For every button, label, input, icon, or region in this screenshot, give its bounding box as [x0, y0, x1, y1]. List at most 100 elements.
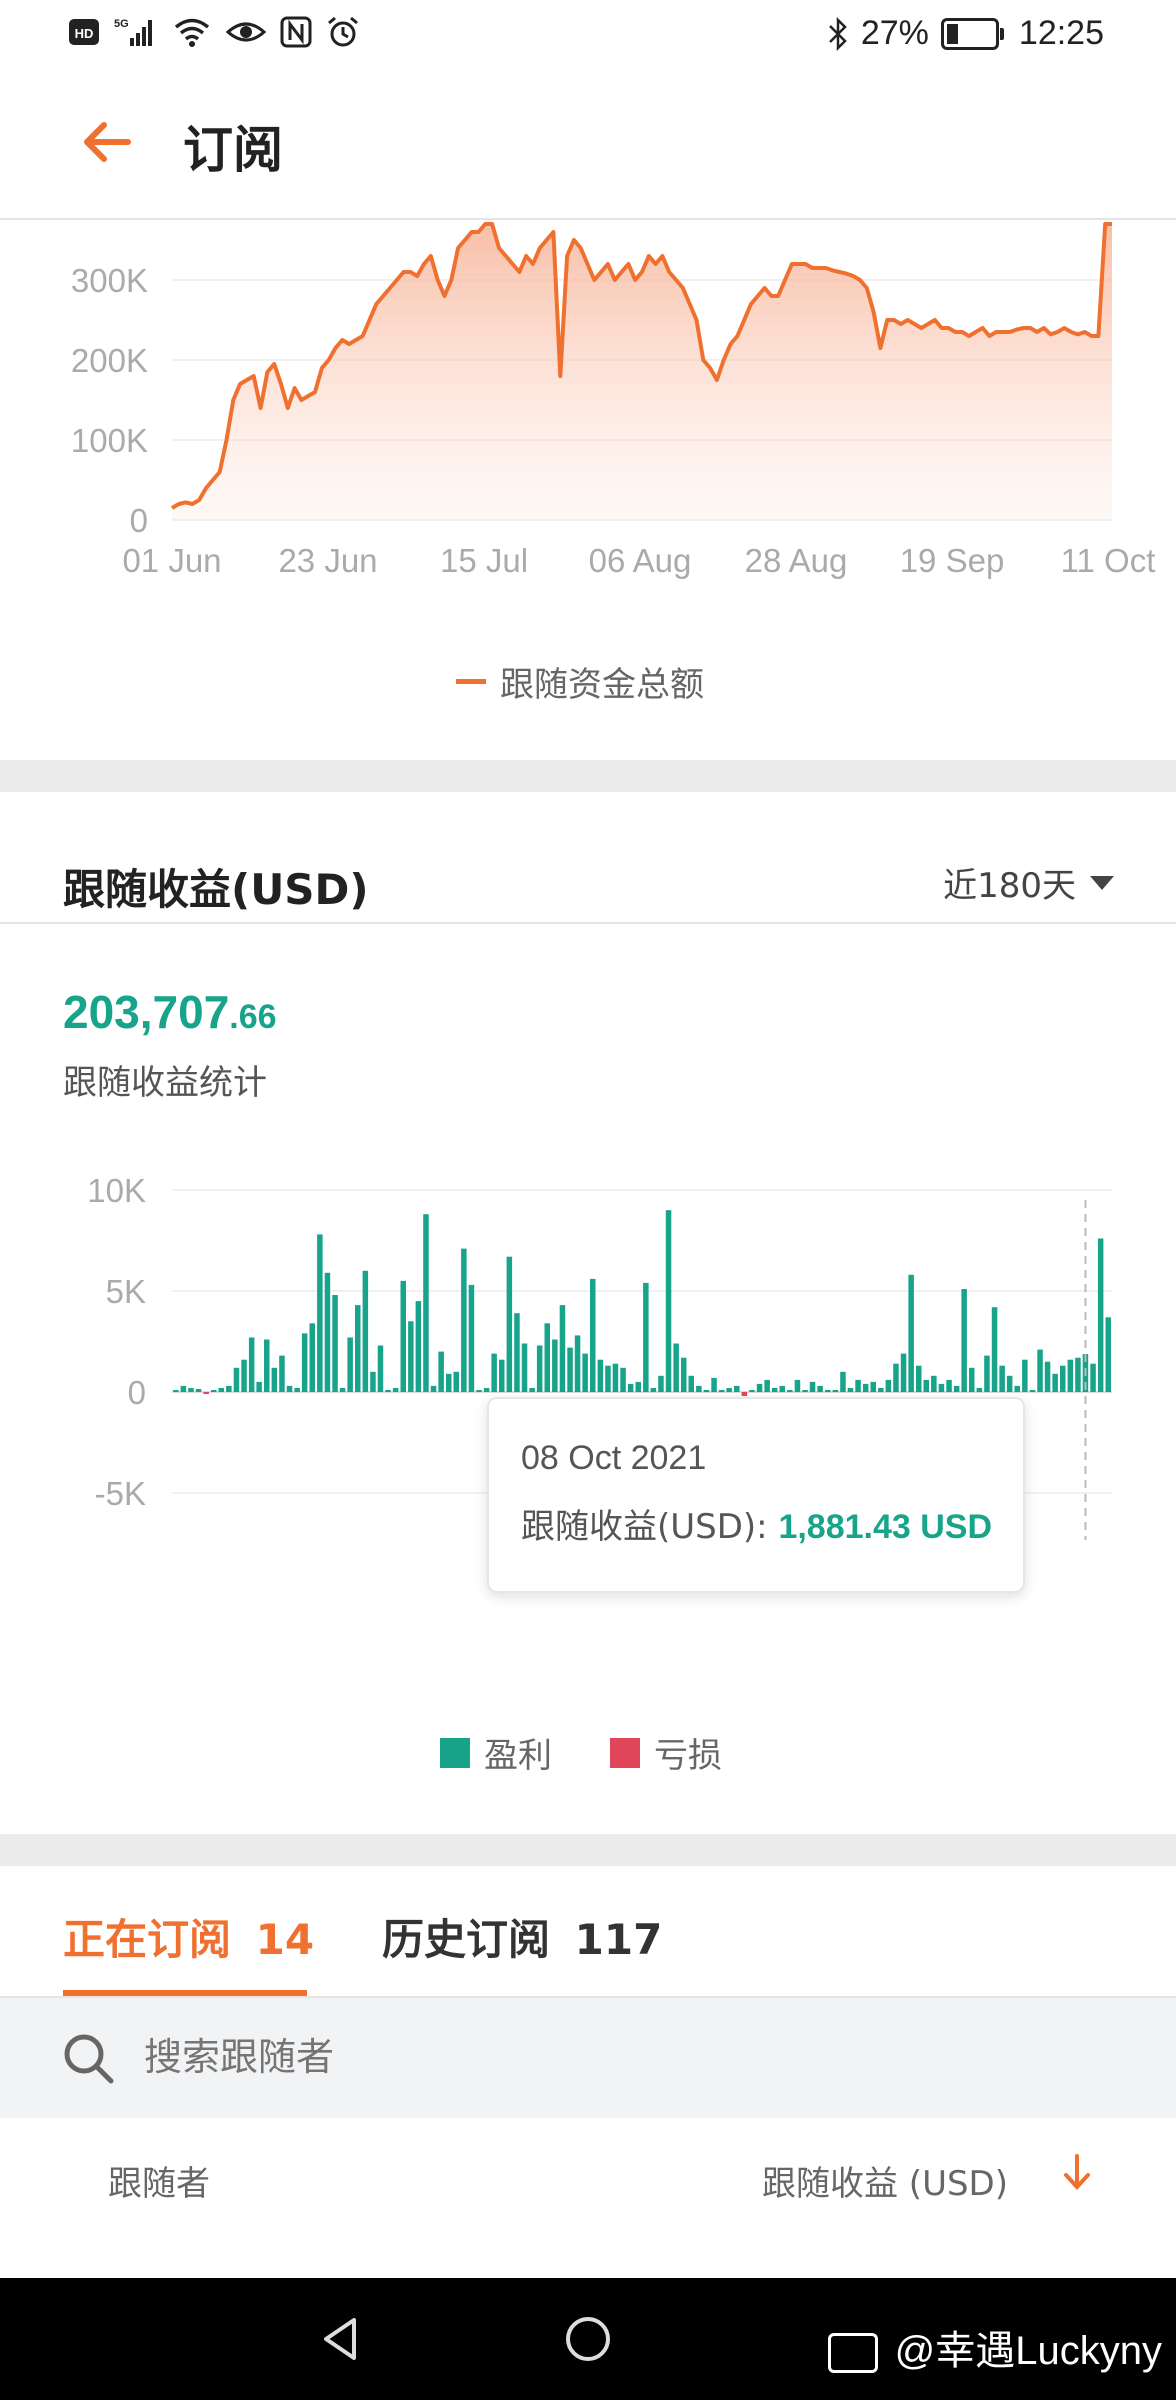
profit-bar[interactable] [855, 1379, 861, 1392]
profit-bar[interactable] [938, 1383, 945, 1392]
profit-bar[interactable] [203, 1392, 209, 1394]
profit-bar[interactable] [559, 1305, 566, 1392]
profit-bar[interactable] [180, 1385, 187, 1392]
profit-bar[interactable] [1097, 1238, 1104, 1393]
profit-bar[interactable] [620, 1367, 626, 1392]
profit-bar[interactable] [1052, 1373, 1058, 1392]
profit-bar[interactable] [279, 1355, 285, 1392]
profit-bar[interactable] [385, 1390, 391, 1392]
profit-bar[interactable] [878, 1388, 884, 1392]
profit-bar[interactable] [627, 1383, 634, 1392]
profit-bar[interactable] [726, 1388, 732, 1392]
nav-back-icon[interactable] [316, 2314, 366, 2364]
profit-bar[interactable] [756, 1383, 763, 1392]
profit-bar[interactable] [1044, 1361, 1051, 1392]
profit-bar[interactable] [673, 1343, 679, 1393]
profit-bar[interactable] [423, 1214, 429, 1392]
profit-bar[interactable] [840, 1371, 846, 1392]
profit-bar[interactable] [582, 1353, 588, 1392]
nav-home-icon[interactable] [563, 2314, 613, 2364]
profit-bar[interactable] [506, 1256, 513, 1392]
profit-bar[interactable] [612, 1363, 619, 1392]
profit-bar[interactable] [218, 1388, 225, 1392]
profit-bar[interactable] [817, 1385, 823, 1392]
profit-bar[interactable] [605, 1365, 611, 1392]
profit-bar[interactable] [1037, 1349, 1043, 1392]
profit-bar[interactable] [408, 1321, 414, 1392]
profit-bar[interactable] [309, 1323, 316, 1392]
profit-bar[interactable] [893, 1363, 899, 1392]
profit-bar[interactable] [536, 1345, 543, 1393]
profit-bar[interactable] [188, 1388, 194, 1392]
profit-bar[interactable] [400, 1280, 407, 1392]
profit-bar[interactable] [862, 1383, 869, 1392]
profit-bar[interactable] [173, 1390, 179, 1392]
profit-bar[interactable] [317, 1234, 323, 1392]
profit-bar[interactable] [1014, 1385, 1021, 1392]
back-arrow-icon[interactable] [78, 112, 138, 172]
profit-bar[interactable] [703, 1390, 710, 1392]
profit-bar[interactable] [1067, 1359, 1074, 1392]
profit-bar[interactable] [787, 1390, 793, 1392]
profit-bar[interactable] [961, 1289, 967, 1392]
range-selector[interactable]: 近180天 [943, 858, 1114, 907]
profit-bar[interactable] [476, 1390, 482, 1392]
profit-bar[interactable] [764, 1379, 770, 1392]
profit-bar[interactable] [908, 1274, 914, 1392]
profit-bar[interactable] [438, 1351, 444, 1392]
profit-bar[interactable] [885, 1379, 892, 1392]
profit-bar[interactable] [574, 1335, 581, 1392]
profit-bar[interactable] [718, 1390, 725, 1392]
profit-bar[interactable] [347, 1337, 353, 1393]
profit-bar[interactable] [916, 1365, 922, 1392]
profit-bar[interactable] [461, 1248, 467, 1392]
profit-bar[interactable] [1060, 1365, 1066, 1392]
profit-bar[interactable] [499, 1359, 505, 1392]
profit-bar[interactable] [696, 1385, 702, 1392]
profit-bar[interactable] [1075, 1357, 1081, 1392]
profit-bar[interactable] [468, 1284, 475, 1392]
profit-bar[interactable] [370, 1371, 376, 1392]
profit-bar[interactable] [415, 1301, 422, 1392]
profit-bar[interactable] [453, 1371, 460, 1392]
profit-bar[interactable] [286, 1385, 293, 1392]
tab-history-subscriptions[interactable]: 历史订阅 117 [382, 1906, 662, 1967]
profit-bar[interactable] [825, 1390, 831, 1392]
search-input[interactable] [142, 2034, 1046, 2080]
profit-bar[interactable] [430, 1385, 437, 1392]
profit-bar[interactable] [355, 1305, 361, 1392]
profit-bar[interactable] [779, 1385, 786, 1392]
profit-bar[interactable] [900, 1353, 907, 1392]
profit-bar[interactable] [392, 1388, 399, 1392]
sort-down-arrow-icon[interactable] [1062, 2152, 1092, 2192]
profit-bar[interactable] [643, 1282, 649, 1392]
profit-bar[interactable] [999, 1365, 1005, 1392]
profit-bar[interactable] [377, 1345, 384, 1393]
profit-bar[interactable] [1022, 1359, 1028, 1392]
profit-bar[interactable] [195, 1389, 202, 1392]
profit-bar[interactable] [301, 1333, 308, 1392]
profit-bar[interactable] [847, 1388, 854, 1392]
profit-bar[interactable] [294, 1388, 300, 1392]
profit-bar[interactable] [483, 1388, 490, 1392]
profit-bar[interactable] [635, 1381, 642, 1392]
profit-bar[interactable] [491, 1353, 497, 1392]
profit-bar[interactable] [976, 1388, 983, 1392]
profit-bar[interactable] [248, 1337, 255, 1393]
profit-bar[interactable] [544, 1323, 551, 1392]
profit-bar[interactable] [514, 1313, 520, 1392]
profit-bar[interactable] [931, 1375, 937, 1392]
profit-bar[interactable] [1090, 1363, 1096, 1392]
profit-bar[interactable] [233, 1367, 240, 1392]
profit-bar[interactable] [339, 1388, 346, 1392]
profit-bar[interactable] [741, 1392, 748, 1396]
profit-bar[interactable] [226, 1385, 232, 1392]
profit-bar[interactable] [1006, 1375, 1013, 1392]
profit-bar[interactable] [211, 1390, 217, 1392]
profit-bar[interactable] [1105, 1317, 1112, 1392]
profit-bar[interactable] [711, 1377, 717, 1392]
profit-bar[interactable] [241, 1359, 247, 1392]
profit-bar[interactable] [832, 1390, 839, 1392]
profit-bar[interactable] [552, 1339, 558, 1393]
profit-bar[interactable] [650, 1388, 657, 1392]
